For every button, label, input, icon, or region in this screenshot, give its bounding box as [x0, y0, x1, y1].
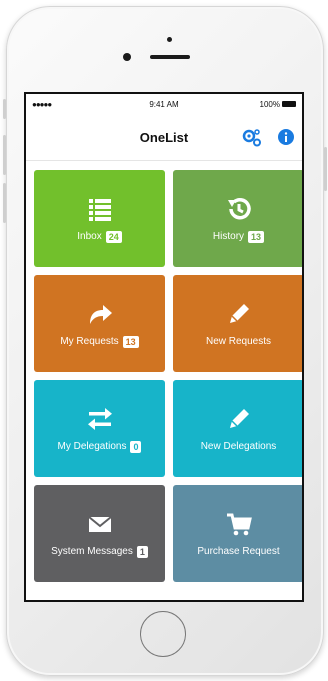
exchange-arrows-icon [87, 407, 112, 430]
gear-icon[interactable] [242, 128, 262, 148]
nav-bar: OneList [26, 116, 302, 161]
tile-label: New Delegations [200, 441, 277, 452]
tile-history[interactable]: History 13 [173, 170, 302, 267]
side-button [3, 99, 6, 119]
count-badge: 13 [122, 335, 139, 348]
count-badge: 0 [130, 440, 142, 453]
proximity-sensor [167, 37, 172, 42]
earpiece-speaker [150, 55, 190, 59]
volume-down-button [3, 183, 6, 223]
tile-inbox[interactable]: Inbox 24 [34, 170, 165, 267]
tile-label: Purchase Request [197, 546, 280, 557]
info-icon[interactable] [278, 129, 294, 145]
tile-my-requests[interactable]: My Requests 13 [34, 275, 165, 372]
tile-new-requests[interactable]: New Requests [173, 275, 302, 372]
tile-label: My Requests [60, 336, 119, 347]
app-screen: ●●●●● 9:41 AM 100% OneList Inbox 24 Hist… [24, 92, 304, 602]
list-icon [88, 198, 111, 221]
count-badge: 13 [248, 230, 265, 243]
count-badge: 24 [105, 230, 122, 243]
battery-icon [282, 101, 296, 107]
history-icon [227, 197, 251, 219]
menu-grid: Inbox 24 History 13 My Requests 13 New R… [34, 170, 302, 582]
tile-purchase-request[interactable]: Purchase Request [173, 485, 302, 582]
status-bar: ●●●●● 9:41 AM 100% [26, 94, 302, 116]
tile-new-delegations[interactable]: New Delegations [173, 380, 302, 477]
volume-up-button [3, 135, 6, 175]
home-button[interactable] [140, 611, 186, 657]
tile-label: New Requests [205, 336, 272, 347]
battery-percent: 100% [259, 100, 280, 109]
pencil-icon [229, 304, 249, 323]
tile-system-messages[interactable]: System Messages 1 [34, 485, 165, 582]
tile-label: System Messages [51, 546, 133, 557]
shopping-cart-icon [226, 513, 252, 536]
tile-my-delegations[interactable]: My Delegations 0 [34, 380, 165, 477]
tile-label: History [212, 231, 245, 242]
tile-label: My Delegations [57, 441, 127, 452]
share-arrow-icon [89, 304, 112, 324]
tile-label: Inbox [77, 231, 102, 242]
pencil-icon [229, 409, 249, 428]
count-badge: 1 [136, 545, 148, 558]
envelope-icon [87, 515, 112, 532]
power-button [324, 147, 327, 191]
front-camera [123, 53, 131, 61]
